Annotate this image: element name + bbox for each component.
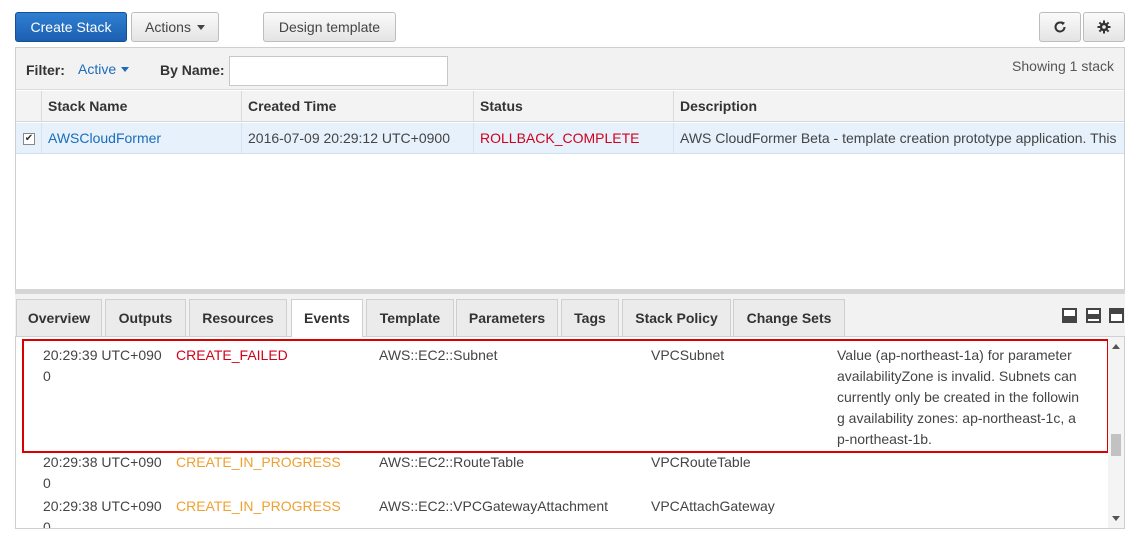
- refresh-icon: [1054, 21, 1066, 33]
- event-logical-id: VPCAttachGateway: [651, 498, 775, 514]
- showing-count: Showing 1 stack: [1012, 58, 1114, 74]
- status-cell: ROLLBACK_COMPLETE: [473, 123, 673, 154]
- scroll-down-icon[interactable]: [1112, 516, 1120, 521]
- filter-value: Active: [78, 61, 117, 77]
- layout-split-icon[interactable]: [1086, 308, 1101, 323]
- event-time-line: 20:29:38 UTC+090: [43, 498, 162, 514]
- column-header-description[interactable]: Description: [673, 91, 1124, 122]
- events-scrollbar[interactable]: [1108, 337, 1124, 528]
- filter-dropdown[interactable]: Active: [78, 61, 130, 77]
- column-header-stack-name[interactable]: Stack Name: [41, 91, 241, 122]
- stack-name-search-input[interactable]: [229, 56, 448, 86]
- tab-overview[interactable]: Overview: [16, 299, 102, 336]
- actions-label: Actions: [145, 19, 191, 35]
- design-template-label: Design template: [278, 19, 381, 35]
- scroll-thumb[interactable]: [1111, 434, 1121, 456]
- refresh-button[interactable]: [1039, 12, 1081, 42]
- event-status: CREATE_IN_PROGRESS: [176, 498, 341, 514]
- create-stack-button[interactable]: Create Stack: [15, 12, 127, 42]
- tab-template[interactable]: Template: [366, 299, 454, 336]
- event-time-line: 0: [43, 475, 51, 491]
- gear-icon: [1097, 20, 1111, 34]
- tab-tags[interactable]: Tags: [561, 299, 619, 336]
- tab-parameters[interactable]: Parameters: [456, 299, 558, 336]
- tab-resources[interactable]: Resources: [189, 299, 287, 336]
- error-highlight-box: [22, 339, 1109, 453]
- chevron-down-icon: [196, 24, 205, 30]
- event-type: AWS::EC2::RouteTable: [379, 454, 524, 470]
- column-header-status[interactable]: Status: [473, 91, 673, 122]
- filter-bar: Filter: Active By Name: Showing 1 stack: [16, 48, 1124, 90]
- event-logical-id: VPCRouteTable: [651, 454, 751, 470]
- design-template-button[interactable]: Design template: [263, 12, 396, 42]
- create-stack-label: Create Stack: [30, 19, 112, 35]
- layout-bottom-icon[interactable]: [1062, 308, 1077, 323]
- tab-stack-policy[interactable]: Stack Policy: [622, 299, 731, 336]
- tab-outputs[interactable]: Outputs: [105, 299, 186, 336]
- table-row[interactable]: ✔ AWSCloudFormer 2016-07-09 20:29:12 UTC…: [16, 123, 1124, 154]
- stack-name-link[interactable]: AWSCloudFormer: [41, 123, 241, 154]
- chevron-down-icon: [121, 67, 130, 72]
- scroll-up-icon[interactable]: [1112, 344, 1120, 349]
- filter-label: Filter:: [26, 62, 65, 78]
- event-time-line: 20:29:38 UTC+090: [43, 454, 162, 470]
- stacks-table-header: Stack Name Created Time Status Descripti…: [16, 91, 1124, 122]
- event-time: 20:29:38 UTC+090 0: [43, 496, 162, 529]
- select-column-header: [16, 91, 41, 122]
- by-name-label: By Name:: [160, 62, 225, 78]
- row-checkbox[interactable]: ✔: [23, 133, 35, 145]
- event-time-line: 0: [43, 519, 51, 529]
- layout-maximize-icon[interactable]: [1109, 308, 1124, 323]
- created-time-cell: 2016-07-09 20:29:12 UTC+0900: [241, 123, 473, 154]
- event-type: AWS::EC2::VPCGatewayAttachment: [379, 498, 609, 514]
- event-time: 20:29:38 UTC+090 0: [43, 452, 162, 494]
- stacks-panel: Filter: Active By Name: Showing 1 stack …: [15, 47, 1125, 290]
- event-status: CREATE_IN_PROGRESS: [176, 454, 341, 470]
- actions-button[interactable]: Actions: [131, 12, 219, 42]
- events-list: 20:29:39 UTC+090 0 CREATE_FAILED AWS::EC…: [15, 337, 1125, 529]
- tab-change-sets[interactable]: Change Sets: [733, 299, 845, 336]
- tab-events[interactable]: Events: [291, 299, 363, 338]
- description-cell: AWS CloudFormer Beta - template creation…: [673, 123, 1124, 154]
- detail-tabs: Overview Outputs Resources Events Templa…: [15, 294, 1125, 338]
- column-header-created-time[interactable]: Created Time: [241, 91, 473, 122]
- settings-button[interactable]: [1083, 12, 1125, 42]
